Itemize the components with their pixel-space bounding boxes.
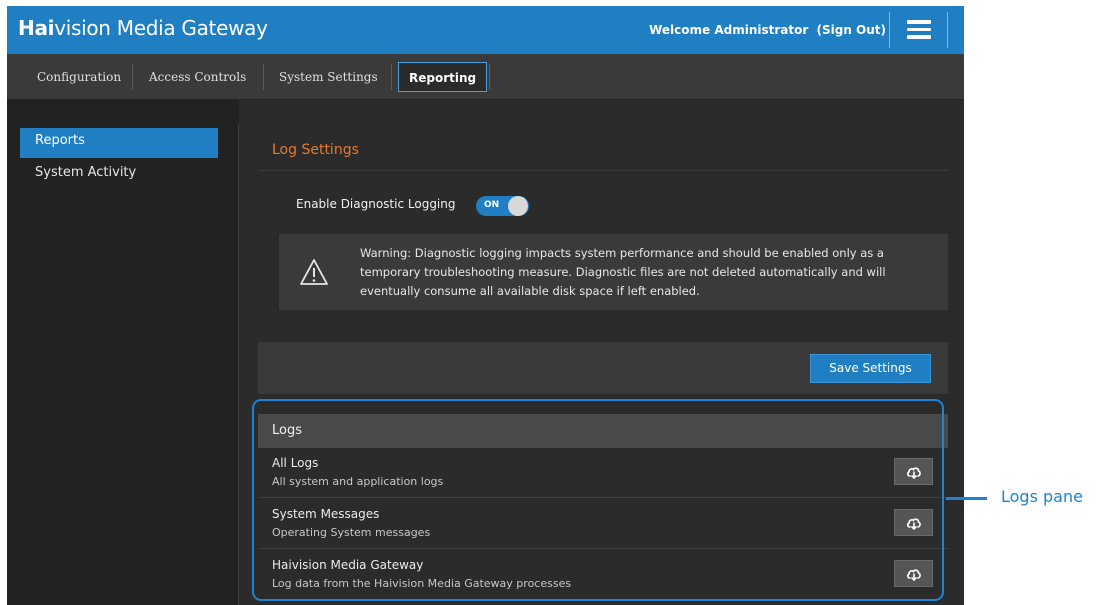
sidebar-item-reports[interactable]: Reports <box>20 128 218 158</box>
warning-text: Warning: Diagnostic logging impacts syst… <box>360 246 886 298</box>
logs-pane-callout-box <box>252 399 944 601</box>
toggle-knob <box>508 196 528 216</box>
save-bar: Save Settings <box>258 342 948 394</box>
tab-divider <box>263 64 264 90</box>
sign-out-link[interactable]: (Sign Out) <box>816 23 886 37</box>
callout-leader-line <box>946 497 987 500</box>
sidebar-item-system-activity[interactable]: System Activity <box>20 160 218 190</box>
welcome-user: Welcome Administrator <box>649 23 809 37</box>
tab-configuration[interactable]: Configuration <box>31 62 127 92</box>
hamburger-menu-icon[interactable] <box>907 20 931 40</box>
tab-reporting[interactable]: Reporting <box>398 62 488 92</box>
save-settings-button[interactable]: Save Settings <box>810 354 931 383</box>
warning-box: Warning: Diagnostic logging impacts syst… <box>279 234 948 310</box>
header-divider <box>947 12 948 48</box>
tab-divider <box>132 64 133 90</box>
tab-access-controls[interactable]: Access Controls <box>143 62 252 92</box>
welcome-text: Welcome Administrator (Sign Out) <box>649 23 886 37</box>
section-title: Log Settings <box>272 142 359 158</box>
callout-label: Logs pane <box>1001 487 1083 506</box>
tab-divider <box>489 64 490 90</box>
toggle-state-label: ON <box>484 200 500 210</box>
sidebar: Reports System Activity <box>7 100 239 605</box>
brand-logo: Haivision Media Gateway <box>18 16 268 40</box>
diagnostic-logging-toggle[interactable]: ON <box>476 196 529 216</box>
header-divider <box>889 12 890 48</box>
diagnostic-logging-label: Enable Diagnostic Logging <box>296 197 456 211</box>
tab-system-settings[interactable]: System Settings <box>273 62 384 92</box>
warning-triangle-icon <box>300 259 328 285</box>
top-bar: Haivision Media Gateway Welcome Administ… <box>7 6 964 54</box>
main-nav: Configuration Access Controls System Set… <box>7 54 964 100</box>
sidebar-divider <box>238 124 239 605</box>
title-divider <box>258 170 948 171</box>
tab-divider <box>391 64 392 90</box>
